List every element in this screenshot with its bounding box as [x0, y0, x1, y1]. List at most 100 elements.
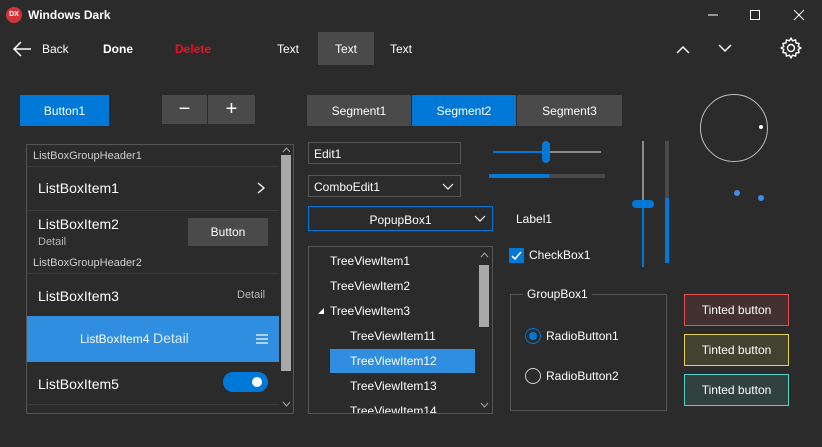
group-box-title: GroupBox1	[523, 287, 592, 301]
list-item-detail: Detail	[153, 330, 189, 346]
tree-item-14[interactable]: TreeViewItem14	[350, 399, 437, 413]
vertical-progress-bar	[665, 141, 669, 263]
minimize-button[interactable]	[690, 0, 736, 30]
dial-indicator	[759, 125, 763, 129]
tree-item-11[interactable]: TreeViewItem11	[350, 324, 436, 348]
page-indicator-dot[interactable]	[758, 195, 764, 201]
checkbox-box[interactable]	[509, 247, 524, 263]
popup-value: PopupBox1	[369, 213, 432, 227]
drag-handle-icon[interactable]	[255, 332, 269, 346]
slider-fill	[493, 151, 546, 153]
button1[interactable]: Button1	[20, 95, 109, 126]
gear-icon	[780, 37, 802, 59]
list-item-detail: Detail	[38, 236, 67, 248]
chevron-down-icon[interactable]	[474, 215, 486, 223]
list-item-label: ListBoxItem4	[80, 332, 150, 346]
combo-value: ComboEdit1	[314, 180, 381, 194]
segment-2[interactable]: Segment2	[412, 95, 516, 126]
list-item-label: ListBoxItem5	[38, 376, 119, 392]
edit1-field[interactable]: Edit1	[308, 142, 461, 164]
tab-text-1[interactable]: Text	[260, 32, 316, 65]
tinted-button-teal[interactable]: Tinted button	[684, 374, 789, 406]
tinted-button-red[interactable]: Tinted button	[684, 294, 789, 326]
close-icon	[793, 9, 805, 21]
list-item-button[interactable]: Button	[188, 218, 268, 246]
scrollbar-thumb[interactable]	[479, 265, 489, 327]
radio-circle[interactable]	[525, 368, 541, 384]
checkbox-label: CheckBox1	[529, 248, 591, 262]
radio-circle[interactable]	[525, 328, 541, 344]
checkbox1[interactable]: CheckBox1	[509, 247, 590, 263]
title-bar: DX Windows Dark	[0, 0, 822, 30]
scroll-up-icon[interactable]	[282, 147, 291, 153]
scrollbar-thumb[interactable]	[281, 155, 291, 371]
decrement-button[interactable]: −	[162, 95, 207, 124]
list-item-label: ListBoxItem2	[38, 216, 119, 232]
segment-1[interactable]: Segment1	[307, 95, 411, 126]
popup-box1[interactable]: PopupBox1	[308, 206, 493, 231]
increment-button[interactable]: +	[208, 95, 255, 124]
list-item-5[interactable]: ListBoxItem5	[27, 362, 279, 404]
list-item-label: ListBoxItem1	[38, 180, 119, 196]
scroll-down-icon[interactable]	[480, 402, 489, 408]
slider-fill	[642, 204, 644, 267]
page-indicator-dot[interactable]	[734, 190, 740, 196]
radio-dot	[529, 332, 537, 340]
scroll-up-icon[interactable]	[480, 252, 489, 258]
tree-item-13[interactable]: TreeViewItem13	[350, 374, 437, 398]
list-item-toggle[interactable]	[223, 372, 268, 392]
list-item-4[interactable]: ListBoxItem4 Detail	[27, 316, 279, 362]
tree-item-1[interactable]: TreeViewItem1	[330, 249, 410, 273]
slider-thumb[interactable]	[632, 200, 654, 208]
radio-label: RadioButton1	[546, 329, 619, 343]
tree-item-12[interactable]: TreeViewItem12	[350, 349, 437, 373]
toggle-knob	[252, 377, 262, 387]
done-button[interactable]: Done	[103, 42, 133, 56]
radio-button-2[interactable]: RadioButton2	[525, 368, 619, 384]
settings-button[interactable]	[779, 36, 803, 60]
tree-item-2[interactable]: TreeViewItem2	[330, 274, 410, 298]
horizontal-slider[interactable]	[493, 141, 601, 163]
previous-button[interactable]	[672, 40, 694, 58]
list-item-2[interactable]: ListBoxItem2 Detail Button	[27, 210, 279, 253]
tree-view[interactable]: TreeViewItem1 TreeViewItem2 TreeViewItem…	[308, 246, 493, 414]
delete-button[interactable]: Delete	[175, 42, 211, 56]
list-item-label: ListBoxItem3	[38, 288, 119, 304]
close-window-button[interactable]	[776, 0, 822, 30]
list-item-1[interactable]: ListBoxItem1	[27, 166, 279, 210]
list-box[interactable]: ListBoxGroupHeader1 ListBoxItem1 ListBox…	[26, 144, 294, 414]
tinted-button-yellow[interactable]: Tinted button	[684, 334, 789, 366]
back-label: Back	[42, 42, 69, 56]
radio-button-1[interactable]: RadioButton1	[525, 328, 619, 344]
radio-label: RadioButton2	[546, 369, 619, 383]
combo-edit1[interactable]: ComboEdit1	[308, 175, 461, 197]
maximize-icon	[750, 10, 760, 20]
chevron-right-icon	[257, 182, 266, 194]
chevron-down-icon	[718, 44, 732, 53]
list-item-3[interactable]: ListBoxItem3 Detail	[27, 273, 279, 316]
chevron-down-icon[interactable]	[442, 183, 454, 191]
segment-3[interactable]: Segment3	[517, 95, 622, 126]
next-button[interactable]	[714, 40, 736, 58]
list-item-detail: Detail	[237, 289, 266, 301]
vertical-slider[interactable]	[632, 141, 654, 267]
tree-item-3[interactable]: TreeViewItem3	[330, 299, 410, 323]
label1: Label1	[516, 212, 553, 226]
progress-bar	[489, 174, 605, 178]
list-group-header-1: ListBoxGroupHeader1	[33, 150, 142, 162]
tab-text-3[interactable]: Text	[373, 32, 429, 65]
list-scrollbar[interactable]	[280, 145, 293, 413]
scroll-down-icon[interactable]	[282, 401, 291, 407]
progress-fill	[665, 198, 669, 263]
slider-thumb[interactable]	[541, 141, 550, 163]
back-arrow-icon	[12, 41, 31, 57]
back-button[interactable]: Back	[12, 38, 72, 60]
chevron-up-icon	[676, 45, 690, 54]
window-title: Windows Dark	[28, 8, 111, 22]
maximize-button[interactable]	[732, 0, 778, 30]
tab-text-2[interactable]: Text	[318, 32, 374, 65]
expand-triangle-icon[interactable]	[317, 307, 325, 315]
tree-scrollbar[interactable]	[478, 247, 491, 413]
rotary-dial[interactable]	[700, 94, 768, 162]
minimize-icon	[708, 14, 718, 16]
